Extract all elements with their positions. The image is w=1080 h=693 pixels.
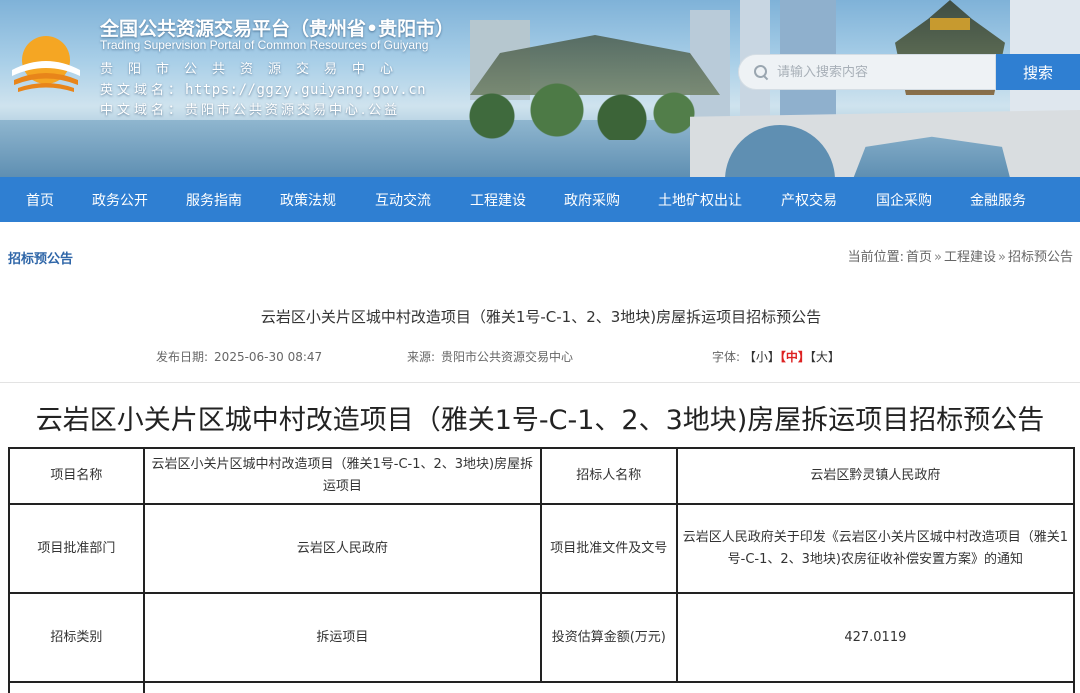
- nav-item-land-mining[interactable]: 土地矿权出让: [658, 190, 742, 210]
- divider: [0, 382, 1080, 383]
- main-nav: 首页 政务公开 服务指南 政策法规 互动交流 工程建设 政府采购 土地矿权出让 …: [0, 177, 1080, 222]
- project-info-table: 项目名称 云岩区小关片区城中村改造项目（雅关1号-C-1、2、3地块)房屋拆运项…: [8, 447, 1076, 693]
- site-title: 全国公共资源交易平台（贵州省•贵阳市）: [100, 18, 455, 40]
- table-cell-value: 云岩区人民政府: [142, 503, 542, 594]
- table-cell-empty: [142, 681, 1076, 693]
- table-cell-value: 云岩区黔灵镇人民政府: [675, 447, 1076, 505]
- nav-item-interaction[interactable]: 互动交流: [375, 190, 431, 210]
- breadcrumb-separator: »: [934, 250, 942, 265]
- table-cell-empty: [8, 681, 145, 693]
- table-cell-label: 项目名称: [8, 447, 145, 505]
- table-cell-label: 项目批准部门: [8, 503, 145, 594]
- nav-item-gov-procurement[interactable]: 政府采购: [564, 190, 620, 210]
- font-size-label: 字体:: [712, 350, 741, 364]
- table-cell-value: 云岩区小关片区城中村改造项目（雅关1号-C-1、2、3地块)房屋拆运项目: [142, 447, 542, 505]
- publish-date-value: 2025-06-30 08:47: [214, 350, 323, 364]
- article-source: 来源: 贵阳市公共资源交易中心: [407, 348, 573, 365]
- cn-domain-value[interactable]: 贵阳市公共资源交易中心.公益: [185, 103, 400, 118]
- source-label: 来源:: [407, 350, 436, 364]
- table-cell-value: 云岩区人民政府关于印发《云岩区小关片区城中村改造项目（雅关1号-C-1、2、3地…: [675, 503, 1076, 594]
- breadcrumb-bar: 招标预公告 当前位置: 首页» 工程建设» 招标预公告: [0, 222, 1080, 284]
- font-size-medium[interactable]: 【中】: [780, 350, 810, 364]
- search-box: [738, 54, 996, 90]
- table-row: 项目批准部门 云岩区人民政府 项目批准文件及文号 云岩区人民政府关于印发《云岩区…: [8, 503, 1076, 594]
- en-domain-line: 英文域名：https://ggzy.guiyang.gov.cn: [100, 79, 426, 98]
- publish-date: 发布日期: 2025-06-30 08:47: [156, 348, 322, 365]
- cn-domain-line: 中文域名：贵阳市公共资源交易中心.公益: [100, 99, 400, 118]
- article-body-title: 云岩区小关片区城中村改造项目（雅关1号-C-1、2、3地块)房屋拆运项目招标预公…: [35, 405, 1045, 436]
- publish-date-label: 发布日期:: [156, 350, 209, 364]
- en-domain-value[interactable]: https://ggzy.guiyang.gov.cn: [185, 82, 426, 98]
- font-size-large[interactable]: 【大】: [810, 350, 840, 364]
- breadcrumb: 当前位置: 首页» 工程建设» 招标预公告: [847, 246, 1074, 265]
- org-name: 贵阳市公共资源交易中心: [100, 62, 409, 77]
- breadcrumb-item-home[interactable]: 首页: [906, 250, 932, 265]
- breadcrumb-prefix: 当前位置:: [847, 250, 905, 265]
- nav-item-property-trading[interactable]: 产权交易: [781, 190, 837, 210]
- nav-item-construction[interactable]: 工程建设: [470, 190, 526, 210]
- cn-domain-label: 中文域名：: [100, 103, 186, 118]
- section-title: 招标预公告: [8, 252, 74, 267]
- banner-trees: [440, 80, 700, 140]
- search-icon: [753, 64, 769, 80]
- table-cell-label: 招标类别: [8, 592, 145, 683]
- breadcrumb-separator: »: [998, 250, 1006, 265]
- search-input[interactable]: [777, 64, 977, 80]
- table-cell-value: 427.0119: [675, 592, 1076, 683]
- nav-item-policies[interactable]: 政策法规: [280, 190, 336, 210]
- table-row: [8, 681, 1076, 693]
- nav-item-soe-procurement[interactable]: 国企采购: [876, 190, 932, 210]
- font-size-control: 字体: 【小】【中】【大】: [712, 348, 840, 365]
- nav-item-service-guide[interactable]: 服务指南: [186, 190, 242, 210]
- site-subtitle: Trading Supervision Portal of Common Res…: [100, 38, 429, 52]
- table-row: 项目名称 云岩区小关片区城中村改造项目（雅关1号-C-1、2、3地块)房屋拆运项…: [8, 447, 1076, 505]
- breadcrumb-item-construction[interactable]: 工程建设: [944, 250, 996, 265]
- breadcrumb-item-current[interactable]: 招标预公告: [1008, 250, 1073, 265]
- font-size-small[interactable]: 【小】: [744, 350, 780, 364]
- table-cell-label: 项目批准文件及文号: [539, 503, 678, 594]
- table-cell-value: 拆运项目: [142, 592, 542, 683]
- nav-item-finance[interactable]: 金融服务: [970, 190, 1026, 210]
- nav-item-gov-affairs[interactable]: 政务公开: [92, 190, 148, 210]
- table-cell-label: 投资估算金额(万元): [539, 592, 678, 683]
- header-banner: 全国公共资源交易平台（贵州省•贵阳市） Trading Supervision …: [0, 0, 1080, 177]
- banner-pavilion-sign: [930, 18, 970, 30]
- source-value: 贵阳市公共资源交易中心: [441, 350, 574, 364]
- table-cell-label: 招标人名称: [539, 447, 678, 505]
- article-title: 云岩区小关片区城中村改造项目（雅关1号-C-1、2、3地块)房屋拆运项目招标预公…: [260, 308, 822, 326]
- search-button[interactable]: 搜索: [996, 54, 1080, 90]
- site-logo-icon[interactable]: [10, 30, 82, 96]
- en-domain-label: 英文域名：: [100, 83, 186, 98]
- nav-item-home[interactable]: 首页: [26, 190, 54, 210]
- table-row: 招标类别 拆运项目 投资估算金额(万元) 427.0119: [8, 592, 1076, 683]
